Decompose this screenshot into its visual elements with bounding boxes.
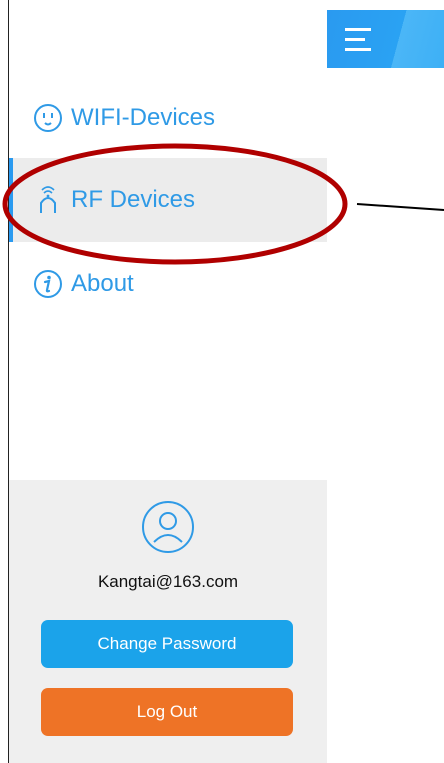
sidebar-item-about[interactable]: About [9, 242, 327, 326]
change-password-button[interactable]: Change Password [41, 620, 293, 668]
annotation-pointer-line [356, 203, 444, 211]
hamburger-menu-icon[interactable] [345, 28, 371, 51]
logout-button[interactable]: Log Out [41, 688, 293, 736]
user-avatar-icon [142, 501, 194, 553]
sidebar-item-label: RF Devices [71, 186, 196, 213]
rf-signal-icon [40, 186, 56, 213]
sidebar-item-rf-devices[interactable]: RF Devices [9, 158, 327, 242]
app-header-bar [327, 10, 444, 68]
sidebar-item-label: About [71, 270, 134, 297]
navigation-drawer: WIFI-Devices RF Devices About Kangtai@16… [9, 0, 327, 763]
sidebar-item-label: WIFI-Devices [71, 104, 215, 131]
account-panel: Kangtai@163.com Change Password Log Out [9, 480, 327, 763]
account-email: Kangtai@163.com [97, 572, 239, 591]
outlet-icon [34, 104, 62, 132]
info-icon [34, 270, 62, 298]
sidebar-item-wifi-devices[interactable]: WIFI-Devices [9, 76, 327, 160]
